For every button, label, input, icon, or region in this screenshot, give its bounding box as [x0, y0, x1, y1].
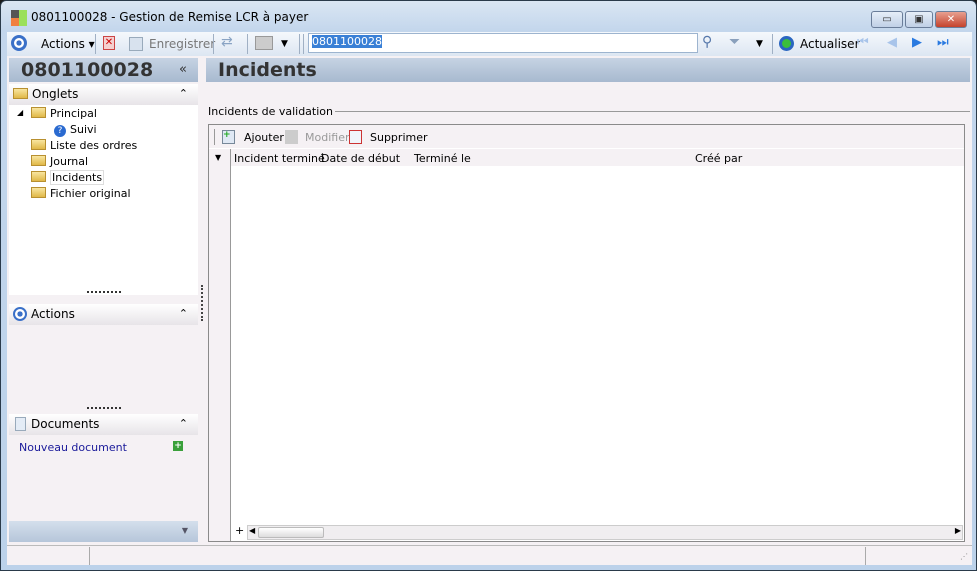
- tree-item-principal[interactable]: Principal: [31, 107, 97, 120]
- status-bar: ⋰: [7, 545, 972, 565]
- scroll-right-icon[interactable]: ▶: [955, 526, 961, 535]
- label: Journal: [50, 155, 89, 168]
- onglets-header[interactable]: Onglets ⌃: [9, 84, 198, 105]
- column-header[interactable]: Créé par: [695, 152, 742, 165]
- refresh-button[interactable]: Actualiser: [800, 37, 860, 51]
- tree-item-liste-des-ordres[interactable]: Liste des ordres: [31, 139, 137, 152]
- collapse-panel-button[interactable]: «: [179, 62, 187, 77]
- label: Fichier original: [50, 187, 131, 200]
- label: Suivi: [70, 123, 97, 136]
- add-document-icon[interactable]: +: [173, 441, 183, 451]
- expand-arrow-icon[interactable]: ◢: [17, 108, 23, 117]
- delete-button[interactable]: Supprimer: [370, 131, 428, 144]
- splitter-handle[interactable]: [87, 291, 121, 293]
- tabs-tree: ◢ Principal ? Suivi Liste des ordres Jour…: [9, 105, 198, 295]
- open-folder-icon: [31, 171, 46, 182]
- label: Principal: [50, 107, 97, 120]
- help-icon: ?: [54, 125, 66, 137]
- app-icon: [11, 10, 27, 26]
- folder-icon: [13, 88, 28, 99]
- tree-item-fichier-original[interactable]: Fichier original: [31, 187, 131, 200]
- refresh-icon[interactable]: [779, 36, 794, 51]
- collapse-chevron-icon[interactable]: ⌃: [179, 84, 188, 104]
- actions-menu[interactable]: Actions ▾: [41, 37, 95, 51]
- actions-title: Actions: [31, 307, 75, 321]
- column-header[interactable]: Incident terminé: [234, 152, 325, 165]
- filter-icon[interactable]: ⏷: [729, 34, 740, 50]
- first-record-icon[interactable]: ⏮: [857, 35, 869, 50]
- tree-item-incidents[interactable]: Incidents: [31, 170, 105, 185]
- save-icon: [129, 37, 143, 51]
- edit-icon: [285, 130, 298, 144]
- print-dropdown-icon[interactable]: ▼: [281, 39, 288, 49]
- print-icon[interactable]: [255, 36, 273, 50]
- search-icon[interactable]: ⚲: [702, 34, 712, 50]
- filter-dropdown-icon[interactable]: ▼: [756, 39, 763, 49]
- delete-record-icon[interactable]: ✕: [103, 36, 115, 50]
- application-window: 0801100028 - Gestion de Remise LCR à pay…: [0, 0, 977, 571]
- window-title: 0801100028 - Gestion de Remise LCR à pay…: [31, 10, 309, 24]
- maximize-button[interactable]: ▣: [905, 11, 933, 28]
- column-chooser-icon[interactable]: ▼: [215, 153, 221, 162]
- minimize-button[interactable]: ▭: [871, 11, 903, 28]
- label: Liste des ordres: [50, 139, 138, 152]
- last-record-icon[interactable]: ⏭: [937, 35, 949, 50]
- actions-header[interactable]: Actions ⌃: [9, 304, 198, 325]
- panel-footer: ▼: [9, 521, 198, 542]
- folder-icon: [31, 139, 46, 150]
- document-icon: [15, 417, 26, 431]
- column-header[interactable]: Terminé le: [414, 152, 471, 165]
- folder-icon: [31, 155, 46, 166]
- add-row-icon[interactable]: +: [235, 524, 244, 537]
- vertical-splitter[interactable]: [201, 285, 203, 321]
- close-button[interactable]: ✕: [935, 11, 967, 28]
- save-button[interactable]: Enregistrer: [149, 37, 215, 51]
- folder-icon: [31, 187, 46, 198]
- actions-icon: [13, 307, 27, 321]
- add-icon: +: [222, 130, 235, 144]
- search-input[interactable]: 0801100028: [308, 33, 698, 53]
- tree-item-suivi[interactable]: ? Suivi: [54, 123, 97, 137]
- chevron-down-icon[interactable]: ▼: [182, 526, 188, 535]
- page-title: Incidents: [206, 58, 970, 82]
- documents-header[interactable]: Documents ⌃: [9, 414, 198, 435]
- new-document-link[interactable]: Nouveau document: [19, 441, 127, 454]
- edit-button[interactable]: Modifier: [305, 131, 349, 144]
- collapse-chevron-icon[interactable]: ⌃: [179, 304, 188, 324]
- next-record-icon[interactable]: ▶: [912, 35, 922, 50]
- column-header[interactable]: Date de début: [321, 152, 400, 165]
- record-title: 0801100028: [9, 58, 198, 82]
- documents-title: Documents: [31, 417, 100, 431]
- actions-menu-icon[interactable]: [11, 35, 27, 51]
- previous-record-icon[interactable]: ◀: [887, 35, 897, 50]
- resize-grip-icon[interactable]: ⋰: [960, 552, 968, 561]
- scrollbar-thumb[interactable]: [258, 527, 324, 538]
- delete-icon: [349, 130, 362, 144]
- onglets-title: Onglets: [32, 87, 79, 101]
- label: Incidents: [50, 170, 105, 185]
- scroll-left-icon[interactable]: ◀: [249, 526, 255, 535]
- folder-icon: [31, 107, 46, 118]
- horizontal-scrollbar[interactable]: ◀ ▶: [247, 525, 963, 540]
- collapse-chevron-icon[interactable]: ⌃: [179, 414, 188, 434]
- splitter-handle[interactable]: [87, 407, 121, 409]
- incidents-grid: + Ajouter Modifier Supprimer ▼ Incident …: [208, 124, 965, 542]
- sync-icon[interactable]: ⇄: [221, 34, 233, 50]
- add-button[interactable]: Ajouter: [244, 131, 284, 144]
- group-label: Incidents de validation: [208, 105, 335, 118]
- tree-item-journal[interactable]: Journal: [31, 155, 88, 168]
